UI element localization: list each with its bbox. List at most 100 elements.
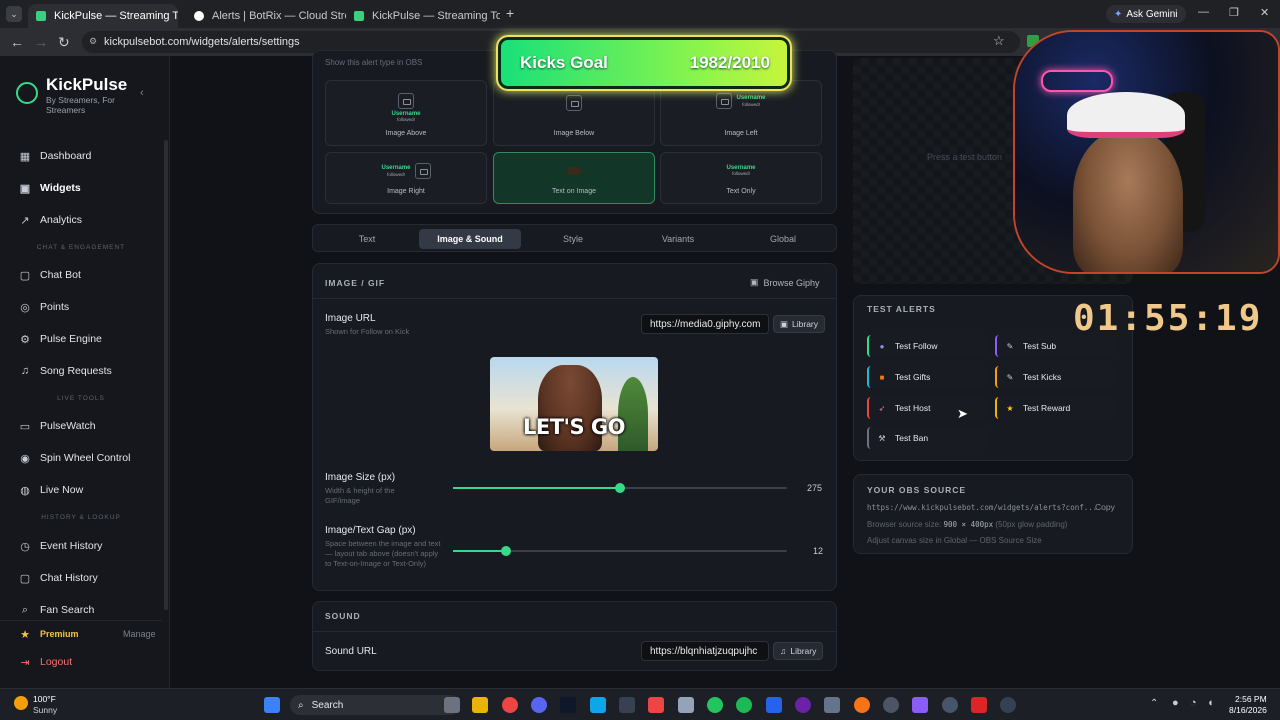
preview-hint: Press a test button bbox=[927, 152, 1003, 162]
obs-source-title: YOUR OBS SOURCE bbox=[867, 485, 967, 495]
sidebar-item-chat-bot[interactable]: ▢ Chat Bot bbox=[18, 265, 158, 285]
slider-fill bbox=[453, 550, 507, 552]
obs-icon[interactable] bbox=[1000, 697, 1016, 713]
sound-library-button[interactable]: ♫ Library bbox=[773, 642, 824, 660]
obs-source-url[interactable]: https://www.kickpulsebot.com/widgets/ale… bbox=[867, 503, 1097, 512]
tab-global[interactable]: Global bbox=[733, 229, 833, 249]
sidebar-item-chat-history[interactable]: ▢ Chat History bbox=[18, 568, 158, 588]
test-host-button[interactable]: ➶ Test Host bbox=[867, 397, 987, 419]
neon-sign bbox=[1041, 70, 1113, 92]
gift-icon: ■ bbox=[879, 372, 885, 382]
test-ban-button[interactable]: ⚒ Test Ban bbox=[867, 427, 987, 449]
tab-style[interactable]: Style bbox=[525, 229, 621, 249]
terminal-icon[interactable] bbox=[619, 697, 635, 713]
forward-icon[interactable]: → bbox=[34, 34, 48, 50]
sidebar-item-pulsewatch[interactable]: ▭ PulseWatch bbox=[18, 416, 158, 436]
chat-icon: ▢ bbox=[19, 572, 31, 585]
sidebar-item-song-requests[interactable]: ♫ Song Requests bbox=[18, 361, 158, 381]
tab-title: Alerts | BotRix — Cloud Stream bbox=[212, 10, 346, 22]
reload-icon[interactable]: ↻ bbox=[58, 34, 70, 51]
browser-tab-3[interactable]: KickPulse — Streaming Tools fo ✕ bbox=[346, 4, 500, 28]
sidebar-item-event-history[interactable]: ◷ Event History bbox=[18, 536, 158, 556]
test-reward-button[interactable]: ★ Test Reward bbox=[995, 397, 1115, 419]
sidebar-item-spin-wheel[interactable]: ◉ Spin Wheel Control bbox=[18, 448, 158, 468]
card-divider bbox=[312, 298, 837, 299]
chrome-icon[interactable] bbox=[502, 697, 518, 713]
layout-option-text-only[interactable]: Username followed! Text Only bbox=[660, 152, 822, 204]
test-kicks-button[interactable]: ✎ Test Kicks bbox=[995, 366, 1115, 388]
sidebar-item-dashboard[interactable]: ▦ Dashboard bbox=[18, 146, 158, 166]
browse-giphy-button[interactable]: ▣ Browse Giphy bbox=[750, 277, 820, 288]
image-url-input[interactable]: https://media0.giphy.com bbox=[641, 314, 769, 334]
browser-tab-2[interactable]: Alerts | BotRix — Cloud Stream ✕ bbox=[186, 4, 346, 28]
bookmark-star-icon[interactable]: ☆ bbox=[993, 33, 1005, 49]
search-icon: ⌕ bbox=[21, 603, 29, 616]
copy-url-button[interactable]: Copy bbox=[1095, 502, 1115, 512]
hammer-icon: ⚒ bbox=[878, 433, 886, 443]
back-icon[interactable]: ← bbox=[10, 34, 24, 50]
sound-url-input[interactable]: https://blqnhiatjzuqpujhc bbox=[641, 641, 769, 661]
image-library-button[interactable]: ▣ Library bbox=[773, 315, 826, 333]
github-icon[interactable] bbox=[795, 697, 811, 713]
spotify-icon[interactable] bbox=[736, 697, 752, 713]
sidebar-item-pulse-engine[interactable]: ⚙ Pulse Engine bbox=[18, 329, 158, 349]
tab-text[interactable]: Text bbox=[319, 229, 415, 249]
app-icon[interactable] bbox=[854, 697, 870, 713]
new-tab-button[interactable]: + bbox=[506, 5, 514, 21]
test-follow-button[interactable]: ● Test Follow bbox=[867, 335, 987, 357]
gap-slider[interactable] bbox=[453, 546, 787, 556]
manage-link[interactable]: Manage bbox=[123, 629, 156, 639]
site-info-icon[interactable]: ⚙ bbox=[89, 36, 97, 47]
wifi-icon[interactable]: ◔ bbox=[1190, 697, 1197, 709]
image-size-slider[interactable] bbox=[453, 483, 787, 493]
app-icon[interactable] bbox=[824, 697, 840, 713]
clock-date[interactable]: 8/16/2026 bbox=[1229, 705, 1267, 715]
app-icon[interactable] bbox=[912, 697, 928, 713]
discord-icon[interactable] bbox=[531, 697, 547, 713]
settings-icon[interactable] bbox=[942, 697, 958, 713]
minimize-icon[interactable]: — bbox=[1198, 6, 1209, 18]
app-icon[interactable] bbox=[707, 697, 723, 713]
tab-variants[interactable]: Variants bbox=[625, 229, 731, 249]
tab-image-sound[interactable]: Image & Sound bbox=[419, 229, 521, 249]
layout-option-text-on-image[interactable]: Text on Image bbox=[493, 152, 655, 204]
windows-start-icon[interactable] bbox=[264, 697, 280, 713]
collapse-sidebar-icon[interactable]: ‹ bbox=[140, 87, 144, 99]
slider-thumb[interactable] bbox=[615, 483, 625, 493]
sidebar-item-widgets[interactable]: ▣ Widgets bbox=[18, 178, 158, 198]
close-window-icon[interactable]: ✕ bbox=[1260, 6, 1269, 19]
task-view-icon[interactable] bbox=[444, 697, 460, 713]
sound-section-title: SOUND bbox=[325, 611, 361, 621]
file-explorer-icon[interactable] bbox=[472, 697, 488, 713]
music-icon: ♫ bbox=[780, 646, 787, 656]
app-icon[interactable] bbox=[560, 697, 576, 713]
tab-list-button[interactable]: ⌄ bbox=[6, 6, 22, 22]
taskbar-search[interactable]: ⌕ Search bbox=[290, 695, 460, 715]
logout-icon: ⇥ bbox=[20, 656, 30, 669]
browser-tab-1[interactable]: KickPulse — Streaming Tools fo ✕ bbox=[28, 4, 178, 28]
ask-gemini-button[interactable]: ✦ Ask Gemini bbox=[1106, 5, 1186, 23]
app-icon[interactable] bbox=[971, 697, 987, 713]
sidebar-item-points[interactable]: ◎ Points bbox=[18, 297, 158, 317]
test-gifts-button[interactable]: ■ Test Gifts bbox=[867, 366, 987, 388]
logout-button[interactable]: ⇥ Logout bbox=[18, 652, 158, 672]
tray-chevron-icon[interactable]: ⌃ bbox=[1150, 698, 1158, 709]
test-button-label: Test Ban bbox=[895, 433, 929, 443]
microphone-icon[interactable]: ● bbox=[1172, 697, 1179, 709]
layout-option-image-above[interactable]: Username followed! Image Above bbox=[325, 80, 487, 146]
sidebar-item-analytics[interactable]: ↗ Analytics bbox=[18, 210, 158, 230]
sidebar-scrollbar[interactable] bbox=[164, 140, 168, 610]
browser-tab-bar: ⌄ KickPulse — Streaming Tools fo ✕ Alert… bbox=[0, 0, 1280, 28]
layout-option-image-right[interactable]: Username followed! Image Right bbox=[325, 152, 487, 204]
vscode-icon[interactable] bbox=[766, 697, 782, 713]
sidebar-item-fan-search[interactable]: ⌕ Fan Search bbox=[18, 600, 158, 620]
sidebar-item-live-now[interactable]: ◍ Live Now bbox=[18, 480, 158, 500]
maximize-icon[interactable]: ❐ bbox=[1229, 6, 1239, 19]
notepad-icon[interactable] bbox=[678, 697, 694, 713]
app-icon[interactable] bbox=[648, 697, 664, 713]
app-icon[interactable] bbox=[590, 697, 606, 713]
image-size-label: Image Size (px) bbox=[325, 472, 396, 483]
volume-icon[interactable]: ◖ bbox=[1207, 697, 1214, 709]
app-icon[interactable] bbox=[883, 697, 899, 713]
clock-time[interactable]: 2:56 PM bbox=[1235, 694, 1267, 704]
